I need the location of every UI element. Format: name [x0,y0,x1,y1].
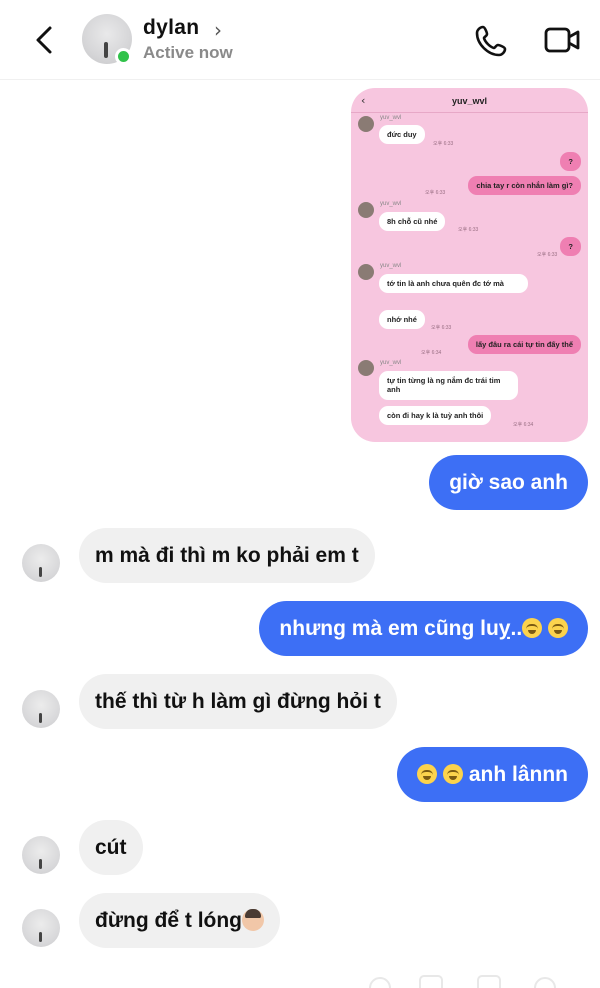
screenshot-message: lấy đâu ra cái tự tin đấy thế [467,335,581,355]
screenshot-time: 오후 6:33 [458,227,479,233]
loudly-crying-face-icon [417,764,438,784]
incoming-message[interactable]: thế thì từ h làm gì đừng hỏi t [79,674,397,729]
message-text: nhưng mà em cũng luỵ.. [279,617,523,640]
incoming-message[interactable]: cút [79,820,143,875]
screenshot-sender: yuv_wvl [380,201,402,207]
message-text: cút [95,836,127,859]
message-text: m mà đi thì m ko phải em t [95,544,359,567]
screenshot-message: 8h chỗ cũ nhé [379,212,446,232]
reaction-toolbar-hint [369,975,556,988]
screenshot-message: ? [560,237,581,257]
screenshot-divider [351,112,588,113]
screenshot-time: 오후 6:33 [425,190,446,196]
screenshot-message: ? [560,152,581,172]
loudly-crying-face-icon [442,764,463,784]
chevron-right-icon[interactable]: › [214,18,222,42]
contact-avatar-small[interactable] [22,544,60,582]
contact-avatar-small[interactable] [22,909,60,947]
screenshot-time: 오후 6:33 [537,252,558,258]
back-arrow-icon[interactable] [30,22,60,58]
message-text: anh lânnn [468,763,568,786]
loudly-crying-face-icon [522,618,543,638]
screenshot-title: yuv_wvl [451,96,488,106]
message-text: giờ sao anh [449,471,568,494]
incoming-message[interactable]: m mà đi thì m ko phải em t [79,528,375,583]
screenshot-sender: yuv_wvl [380,263,402,269]
online-status-dot [115,48,132,65]
contact-status: Active now [143,43,233,62]
screenshot-message: nhớ nhé [379,310,425,330]
screenshot-avatar [358,202,374,218]
phone-call-icon[interactable] [474,24,508,58]
contact-name[interactable]: dylan [143,16,199,40]
contact-avatar-small[interactable] [22,690,60,728]
screenshot-avatar [358,264,374,280]
screenshot-message: tớ tin là anh chưa quên đc tớ mà [379,274,528,294]
outgoing-message[interactable]: anh lânnn [397,747,588,802]
video-call-icon[interactable] [544,26,580,54]
screenshot-time: 오후 6:33 [433,141,454,147]
screenshot-message: còn đi hay k là tuỳ anh thôi [379,406,492,426]
screenshot-time: 오후 6:34 [421,350,442,356]
screenshot-sender: yuv_wvl [380,115,402,121]
message-text: thế thì từ h làm gì đừng hỏi t [95,690,381,713]
loudly-crying-face-icon [548,618,568,638]
screenshot-avatar [358,360,374,376]
screenshot-message: chia tay r còn nhắn làm gì? [468,176,581,196]
incoming-message[interactable]: đừng để t lóng [79,893,281,948]
person-shrugging-icon [242,909,265,931]
contact-avatar-small[interactable] [22,836,60,874]
chat-header: dylan › Active now [0,0,600,80]
screenshot-message: tự tin từng là ng nắm đc trái tim anh [379,371,518,400]
shared-screenshot-image[interactable]: ‹ yuv_wvl yuv_wvl đức duy 오후 6:33 ? chia… [351,88,588,442]
screenshot-sender: yuv_wvl [380,360,402,366]
screenshot-message: đức duy [379,125,425,145]
outgoing-message[interactable]: giờ sao anh [429,455,588,510]
screenshot-time: 오후 6:34 [513,422,534,428]
screenshot-time: 오후 6:33 [431,325,452,331]
message-text: đừng để t lóng [95,909,243,932]
outgoing-message[interactable]: nhưng mà em cũng luỵ.. [259,601,588,656]
screenshot-avatar [358,116,374,132]
